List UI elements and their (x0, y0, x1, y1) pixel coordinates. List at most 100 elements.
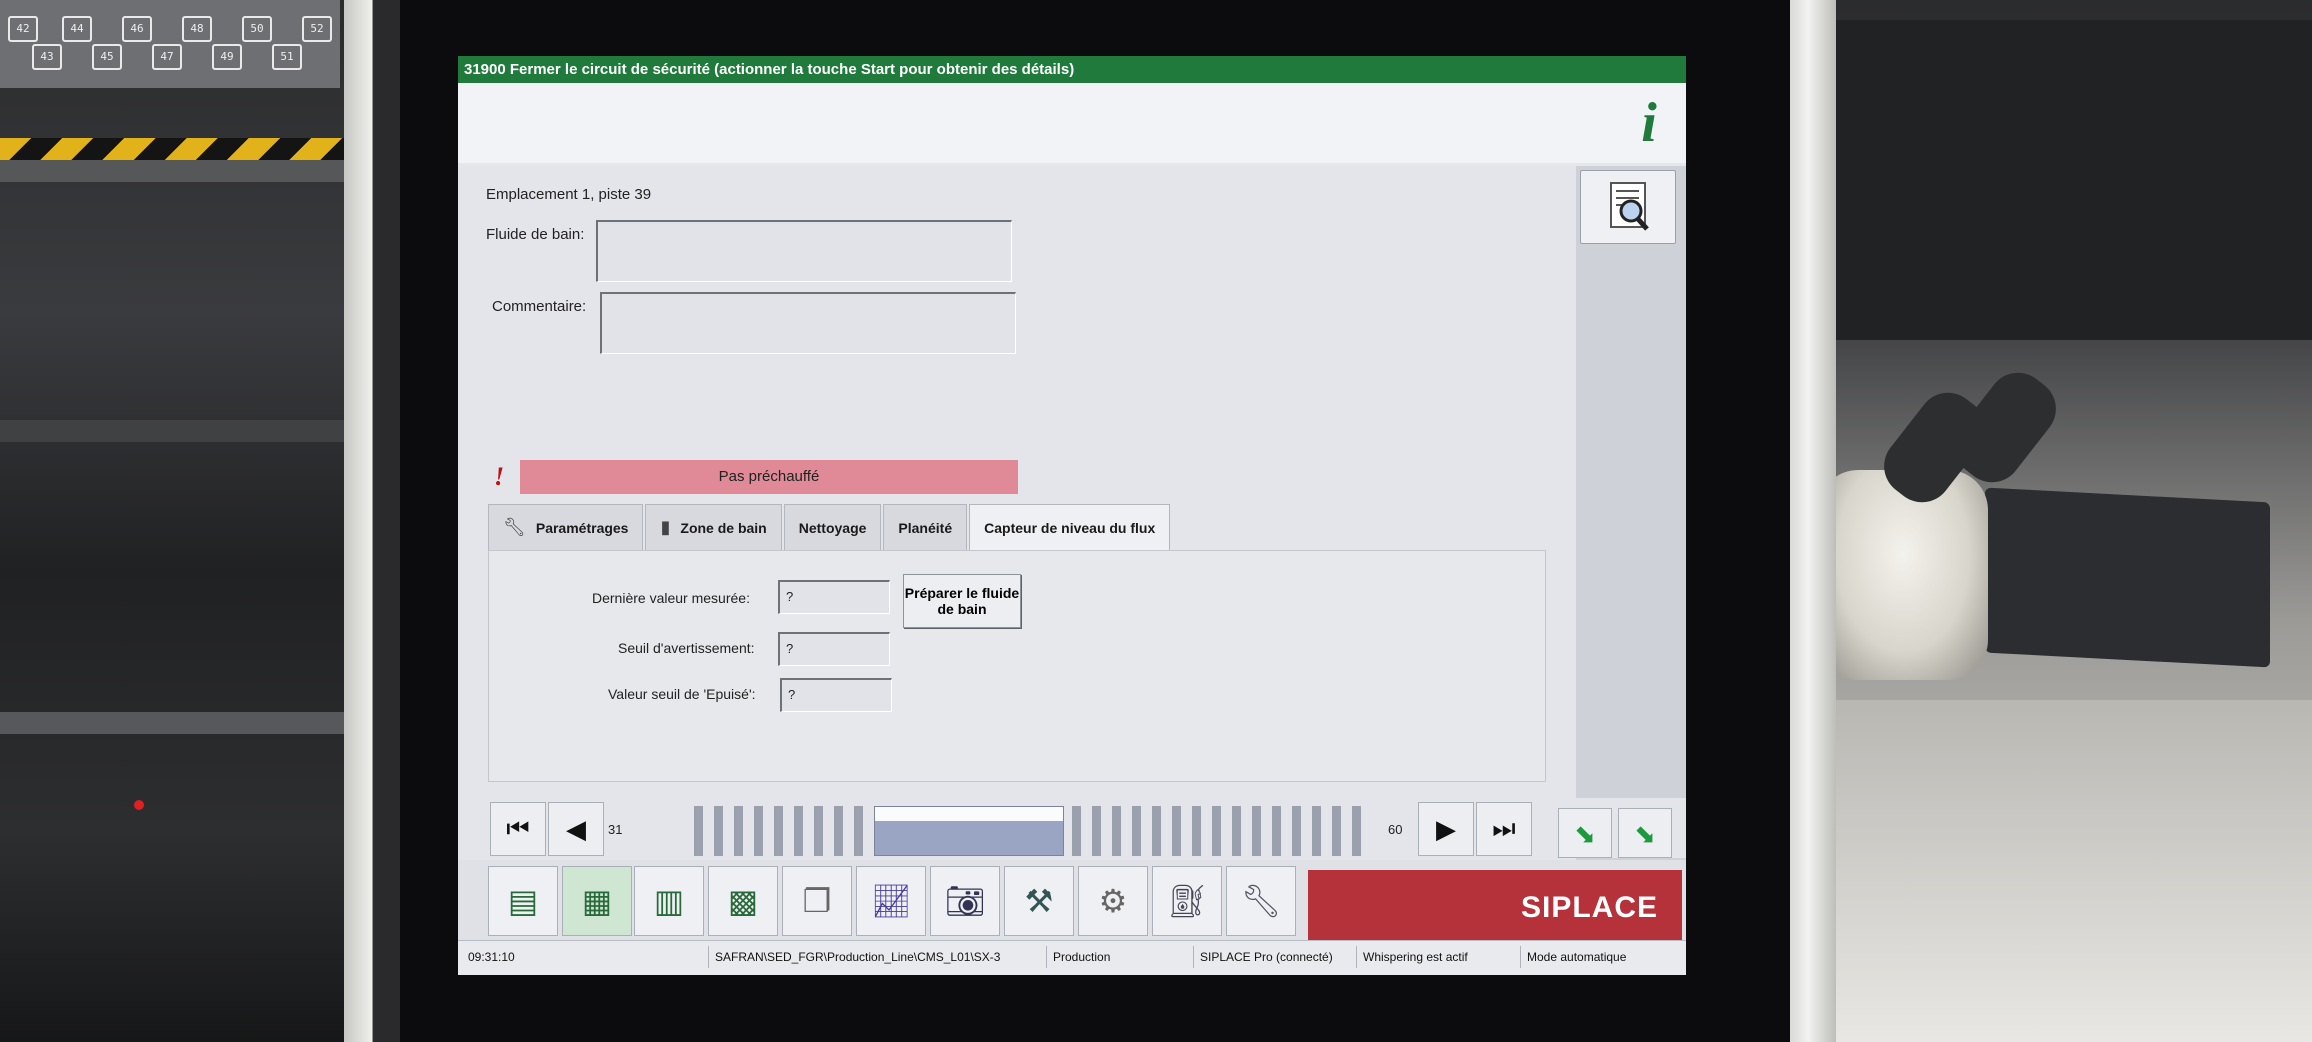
oil-can-icon: ⛽︎ (1166, 883, 1208, 919)
prepare-bath-fluid-button[interactable]: Préparer le fluide de bain (903, 574, 1021, 628)
scroll-tick[interactable] (1152, 806, 1161, 856)
double-green-arrow-icon: ⬊ (1634, 819, 1656, 849)
toolbar-grid-button[interactable]: ▦ (562, 866, 632, 936)
comment-label: Commentaire: (492, 298, 587, 315)
scroll-position-window[interactable] (874, 806, 1064, 856)
scroll-tick[interactable] (1352, 806, 1361, 856)
toolbar-maintenance-button[interactable]: 🔧︎ (1226, 866, 1296, 936)
scroll-tick[interactable] (1332, 806, 1341, 856)
keyboard-key: 48 (182, 16, 212, 42)
scroll-tick[interactable] (754, 806, 763, 856)
toolbar-chart-button[interactable]: 📈︎ (856, 866, 926, 936)
prev-button[interactable]: ◀ (548, 802, 604, 856)
end-page-number: 60 (1388, 822, 1403, 837)
status-whisper: Whispering est actif (1356, 946, 1468, 968)
empty-threshold-label: Valeur seuil de 'Epuisé': (608, 686, 756, 702)
machine-rail (0, 160, 350, 182)
tab-label: Zone de bain (680, 519, 767, 536)
monitor-bezel-right (1790, 0, 1836, 1042)
scroll-tick[interactable] (1272, 806, 1281, 856)
keyboard-key: 50 (242, 16, 272, 42)
toolbar-money-button[interactable]: ▤ (488, 866, 558, 936)
keyboard-key: 46 (122, 16, 152, 42)
last-value-field: ? (778, 580, 890, 614)
scroll-tick[interactable] (1312, 806, 1321, 856)
tab-planeite[interactable]: Planéité (883, 504, 968, 550)
prev-icon: ◀ (566, 813, 586, 844)
toolbar-board-button[interactable]: ▩ (708, 866, 778, 936)
skip-last-button[interactable]: ⏭︎ (1476, 802, 1532, 856)
scroll-tick[interactable] (1192, 806, 1201, 856)
right-side-panel (1576, 166, 1686, 866)
toolbar-clipboard-button[interactable]: ❐ (782, 866, 852, 936)
tab-parametrages[interactable]: 🔧︎ Paramétrages (488, 504, 644, 550)
move-down-button[interactable]: ⬊ (1558, 808, 1612, 858)
alarm-message-bar[interactable]: 31900 Fermer le circuit de sécurité (act… (458, 56, 1686, 83)
scroll-tick[interactable] (1092, 806, 1101, 856)
scroll-tick[interactable] (1212, 806, 1221, 856)
scroll-tick[interactable] (1232, 806, 1241, 856)
scroll-tick[interactable] (1132, 806, 1141, 856)
keyboard-key: 47 (152, 44, 182, 70)
skip-first-icon: ⏮︎ (506, 813, 530, 843)
toolbar-oil-button[interactable]: ⛽︎ (1152, 866, 1222, 936)
search-button[interactable] (1580, 170, 1676, 244)
wrench-person-icon: 🔧︎ (1240, 883, 1282, 919)
toolbar-levels-button[interactable]: ▥ (634, 866, 704, 936)
tab-nettoyage[interactable]: Nettoyage (783, 504, 882, 550)
toolbar-gear-button[interactable]: ⚙ (1078, 866, 1148, 936)
header-band (458, 83, 1686, 163)
scroll-tick[interactable] (1072, 806, 1081, 856)
status-auto-mode: Mode automatique (1520, 946, 1626, 968)
warning-icon: ! (494, 462, 505, 491)
not-preheated-alert: Pas préchauffé (520, 460, 1018, 494)
keyboard-key: 45 (92, 44, 122, 70)
tab-label: Nettoyage (798, 519, 867, 536)
comment-field[interactable] (600, 292, 1016, 354)
scroll-tick[interactable] (814, 806, 823, 856)
tab-zone-de-bain[interactable]: ▮ Zone de bain (645, 504, 782, 550)
clipboard-icon: ❐ (802, 883, 832, 919)
empty-threshold-field: ? (780, 678, 892, 712)
scroll-tick[interactable] (734, 806, 743, 856)
scroll-tick[interactable] (1112, 806, 1121, 856)
status-led (134, 800, 144, 810)
scroll-tick[interactable] (714, 806, 723, 856)
info-icon[interactable]: i (1624, 92, 1674, 154)
board-icon: ▩ (727, 883, 759, 919)
scroll-tick[interactable] (794, 806, 803, 856)
status-path: SAFRAN\SED_FGR\Production_Line\CMS_L01\S… (708, 946, 1000, 968)
scroll-tick[interactable] (1172, 806, 1181, 856)
scroll-tick[interactable] (1292, 806, 1301, 856)
tab-label: Capteur de niveau du flux (984, 519, 1156, 536)
toolbar-tools-button[interactable]: ⚒ (1004, 866, 1074, 936)
tab-bar: 🔧︎ Paramétrages ▮ Zone de bain Nettoyage… (488, 504, 1172, 550)
skip-first-button[interactable]: ⏮︎ (490, 802, 546, 856)
next-button[interactable]: ▶ (1418, 802, 1474, 856)
scroll-tick[interactable] (694, 806, 703, 856)
toolbar-camera-button[interactable]: 📷︎ (930, 866, 1000, 936)
tab-capteur-niveau-flux[interactable]: Capteur de niveau du flux (969, 504, 1171, 550)
scroll-tick[interactable] (854, 806, 863, 856)
camera-icon: 📷︎ (944, 883, 986, 919)
machine-rail (0, 712, 350, 734)
bath-fluid-field[interactable] (596, 220, 1012, 282)
warning-threshold-label: Seuil d'avertissement: (618, 640, 755, 656)
scroll-tick[interactable] (774, 806, 783, 856)
workbench (1800, 700, 2312, 1042)
keyboard-key: 42 (8, 16, 38, 42)
tools-icon: ⚒ (1024, 883, 1054, 919)
keyboard-key: 44 (62, 16, 92, 42)
status-time: 09:31:10 (468, 950, 515, 964)
keyboard-key: 51 (272, 44, 302, 70)
location-label: Emplacement 1, piste 39 (486, 186, 652, 203)
skip-last-icon: ⏭︎ (1492, 813, 1516, 843)
scroll-tick[interactable] (834, 806, 843, 856)
machine-screen: 31900 Fermer le circuit de sécurité (act… (458, 56, 1686, 975)
search-list-icon (1610, 182, 1649, 231)
move-all-down-button[interactable]: ⬊ (1618, 808, 1672, 858)
keyboard-key: 49 (212, 44, 242, 70)
monitor-bezel-left (344, 0, 400, 1042)
scroll-tick[interactable] (1252, 806, 1261, 856)
green-arrow-down-icon: ⬊ (1574, 819, 1596, 849)
